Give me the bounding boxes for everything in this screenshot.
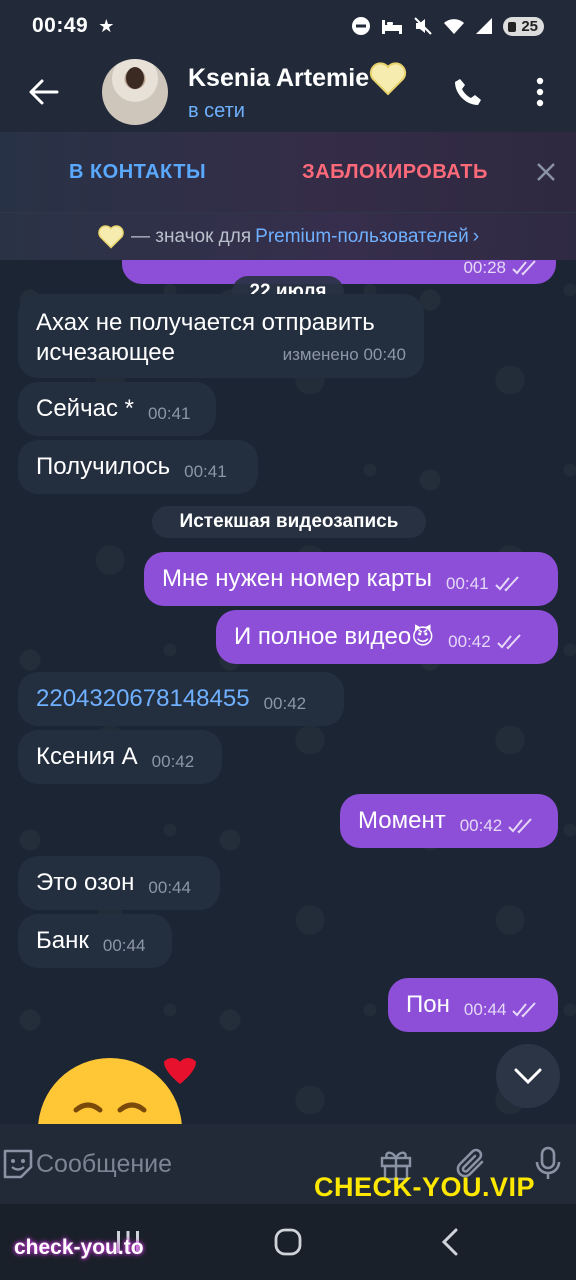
call-button[interactable] — [432, 52, 504, 132]
back-arrow-icon — [29, 79, 59, 105]
message-bubble-in[interactable]: 2204320678148455 00:42 — [18, 672, 344, 726]
expired-video-label: Истекшая видеозапись — [152, 506, 426, 538]
message-time: 00:42 — [263, 694, 307, 713]
message-bubble-out[interactable]: Мне нужен номер карты 00:41 — [144, 552, 558, 606]
watermark-text-bottom: check-you.to — [14, 1236, 144, 1259]
read-checks-icon — [496, 634, 521, 650]
watermark-text-yellow: CHECK-YOU.VIP — [314, 1172, 536, 1202]
message-time: 00:41 — [184, 462, 227, 481]
read-checks-icon — [512, 1002, 537, 1018]
emoji-sticker-button[interactable] — [0, 1124, 36, 1204]
card-number-link[interactable]: 2204320678148455 — [36, 685, 250, 713]
message-time: 00:28 — [463, 260, 506, 277]
message-bubble-out[interactable]: Пон 00:44 — [388, 978, 558, 1032]
message-text: Ксения А — [36, 743, 138, 770]
avatar[interactable] — [102, 59, 168, 125]
message-bubble-in[interactable]: Это озон 00:44 — [18, 856, 220, 910]
message-bubble-in[interactable]: Ахах не получается отправить исчезающее … — [18, 294, 424, 378]
message-bubble-out[interactable]: Момент 00:42 — [340, 794, 558, 848]
close-action-bar-button[interactable] — [515, 162, 576, 182]
scroll-to-bottom-button[interactable] — [496, 1044, 560, 1108]
home-button[interactable] — [248, 1204, 328, 1280]
status-bar: 00:49 ★ 25 — [0, 0, 576, 52]
chevron-left-icon — [441, 1228, 458, 1256]
chat-area[interactable]: 00:28 22 июля Ахах не получается отправи… — [0, 260, 576, 1124]
premium-link[interactable]: Premium-пользователей — [255, 226, 469, 248]
message-text-line1: Ахах не получается отправить — [36, 309, 375, 336]
message-time: 00:44 — [102, 936, 146, 955]
microphone-icon — [535, 1146, 561, 1179]
message-text: И полное видео — [234, 623, 412, 650]
signal-icon — [476, 18, 493, 34]
contact-action-bar: В КОНТАКТЫ ЗАБЛОКИРОВАТЬ — [0, 132, 576, 212]
read-checks-icon — [494, 576, 519, 592]
relieved-face-emoji-icon[interactable] — [38, 1056, 198, 1124]
wifi-icon — [444, 19, 465, 34]
chevron-right-icon: › — [472, 225, 480, 247]
dnd-icon — [352, 17, 371, 35]
back-button[interactable] — [0, 52, 88, 132]
sticker-icon — [3, 1149, 33, 1179]
add-to-contacts-button[interactable]: В КОНТАКТЫ — [0, 161, 275, 184]
message-text: Банк — [36, 927, 89, 954]
chevron-down-icon — [514, 1068, 542, 1084]
mute-icon — [414, 17, 433, 35]
message-time: 00:42 — [448, 632, 491, 651]
status-time: 00:49 — [32, 14, 89, 37]
peer-status: в сети — [188, 99, 245, 122]
read-checks-icon — [508, 818, 532, 834]
message-edited-label: изменено — [282, 345, 359, 364]
message-text: Пон — [406, 991, 450, 1018]
message-time: 00:40 — [363, 345, 406, 364]
bed-icon — [382, 20, 403, 34]
home-icon — [274, 1228, 302, 1256]
more-menu-button[interactable] — [504, 52, 576, 132]
peer-name-row: Ksenia Artemie — [188, 61, 420, 96]
status-icons: 25 — [351, 16, 544, 36]
premium-heart-icon — [370, 61, 407, 95]
message-time: 00:41 — [147, 404, 191, 423]
close-icon — [536, 163, 555, 181]
message-text-line2: исчезающее — [36, 339, 175, 366]
message-bubble-in[interactable]: Получилось 00:41 — [18, 440, 258, 494]
message-time: 00:42 — [459, 816, 503, 835]
message-text: Момент — [358, 807, 446, 834]
message-text: Это озон — [36, 869, 135, 896]
peer-info[interactable]: Ksenia Artemie в сети — [188, 61, 420, 123]
message-bubble-out[interactable]: И полное видео 😈 00:42 — [216, 610, 558, 664]
message-bubble-in[interactable]: Банк 00:44 — [18, 914, 172, 968]
system-back-button[interactable] — [410, 1204, 490, 1280]
devil-emoji-icon: 😈 — [411, 624, 435, 649]
message-time: 00:44 — [148, 878, 191, 897]
message-bubble-in[interactable]: Ксения А 00:42 — [18, 730, 222, 784]
premium-text: — значок для — [130, 225, 252, 247]
chat-header: Ksenia Artemie в сети — [0, 52, 576, 132]
more-vertical-icon — [536, 77, 544, 107]
message-time: 00:41 — [446, 574, 489, 593]
star-icon: ★ — [98, 15, 115, 36]
phone-icon — [455, 79, 481, 105]
message-input[interactable] — [36, 1149, 358, 1179]
block-user-button[interactable]: ЗАБЛОКИРОВАТЬ — [275, 161, 515, 184]
message-text: Получилось — [36, 453, 171, 480]
message-time: 00:44 — [463, 1000, 507, 1019]
message-time: 00:42 — [151, 752, 195, 771]
peer-name: Ksenia Artemie — [188, 64, 370, 92]
read-checks-icon — [512, 260, 536, 276]
battery-indicator: 25 — [503, 16, 544, 36]
message-text: Мне нужен номер карты — [162, 565, 433, 592]
premium-heart-small-icon — [98, 224, 124, 249]
premium-banner[interactable]: — значок для Premium-пользователей › — [0, 212, 576, 260]
header-actions — [432, 52, 576, 132]
message-bubble-in[interactable]: Сейчас * 00:41 — [18, 382, 216, 436]
message-text: Сейчас * — [36, 395, 134, 422]
